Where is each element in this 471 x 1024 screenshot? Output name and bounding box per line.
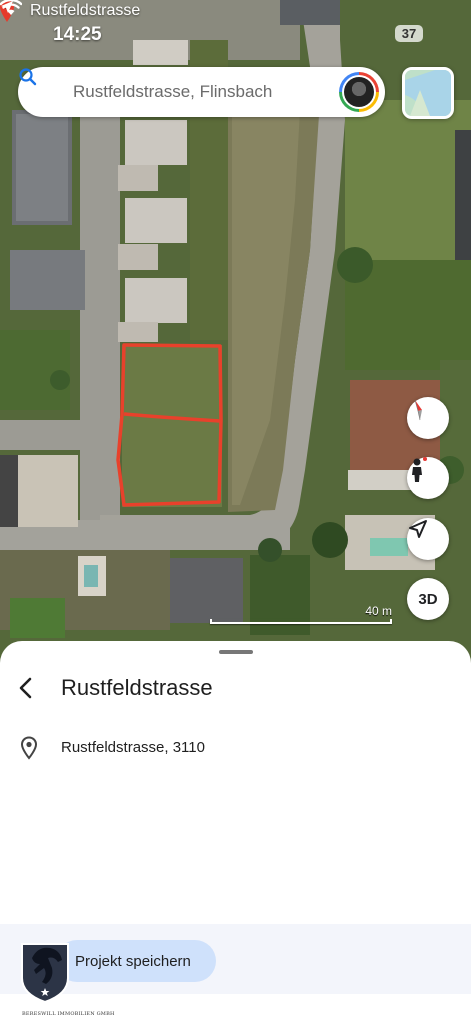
clock: 14:25 <box>53 24 102 45</box>
avatar[interactable] <box>339 72 379 112</box>
back-button[interactable] <box>10 673 40 703</box>
scale-label: 40 m <box>365 604 392 618</box>
back-arrow-icon <box>19 677 32 699</box>
scale-bar: 40 m <box>210 604 392 624</box>
3d-toggle-button[interactable]: 3D <box>407 578 449 620</box>
compass-button[interactable] <box>407 397 449 439</box>
layers-button[interactable] <box>402 67 454 119</box>
search-icon[interactable] <box>18 67 38 87</box>
place-title: Rustfeldstrasse <box>61 675 213 700</box>
search-bar[interactable] <box>18 67 385 117</box>
search-input[interactable] <box>73 67 333 117</box>
brand-text: BERESWILL IMMOBILIEN GMBH <box>22 1011 115 1017</box>
pegman-icon <box>412 457 427 482</box>
save-project-button[interactable]: Projekt speichern <box>56 940 216 982</box>
status-bar: Rustfeldstrasse 14:25 37 <box>0 0 471 50</box>
wifi-icon <box>0 0 22 15</box>
map-thumbnail-icon <box>405 70 451 116</box>
pegman-button[interactable] <box>407 457 449 499</box>
my-location-icon <box>409 520 427 538</box>
back-to-app-label[interactable]: Rustfeldstrasse <box>30 2 140 20</box>
scale-line <box>210 619 392 624</box>
address-text[interactable]: Rustfeldstrasse, 3110 <box>61 739 205 756</box>
map-view[interactable]: Rustfeldstrasse 14:25 37 Rustfeldstrasse… <box>0 0 471 670</box>
location-pin-icon <box>20 736 38 760</box>
compass-icon <box>414 399 422 421</box>
horse-logo-icon <box>21 943 69 1004</box>
drag-handle[interactable] <box>219 650 253 654</box>
my-location-button[interactable] <box>407 518 449 560</box>
battery-indicator: 37 <box>395 25 423 42</box>
